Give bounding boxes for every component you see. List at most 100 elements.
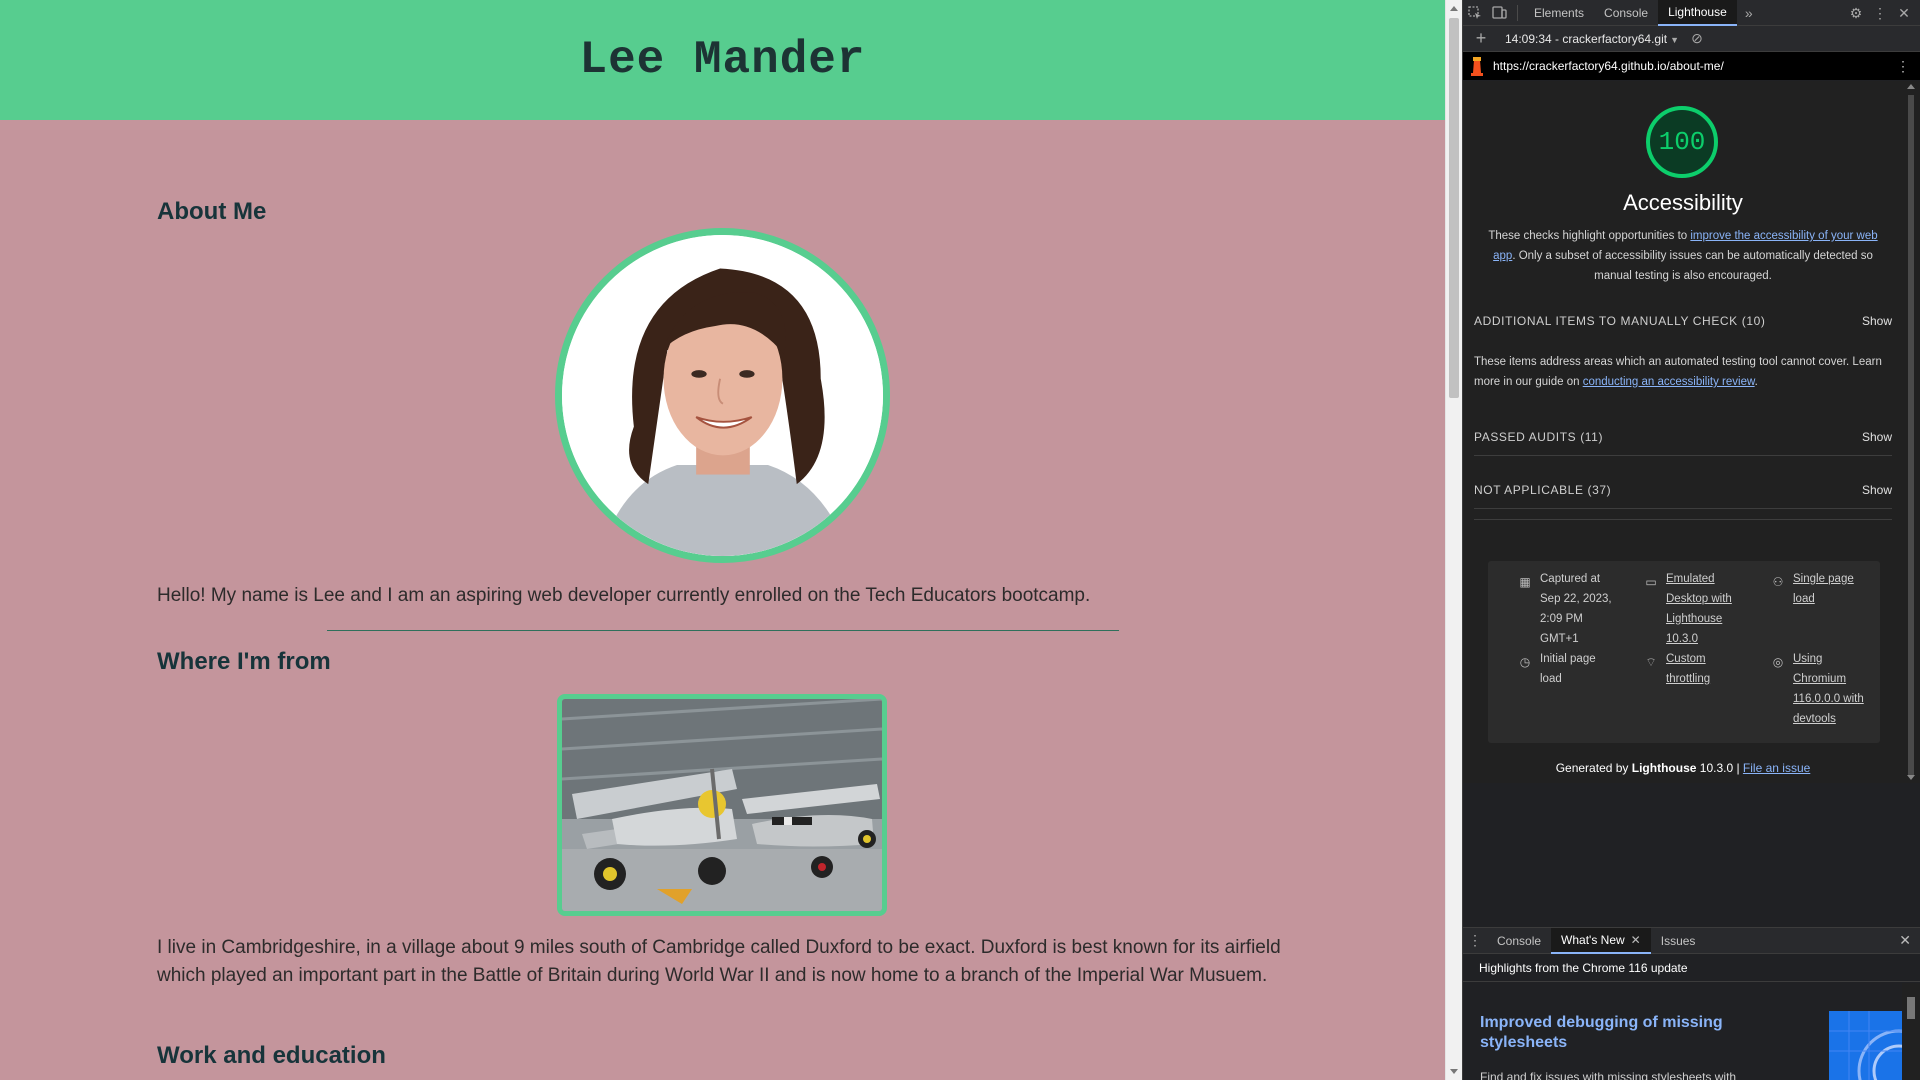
settings-gear-icon[interactable]: ⚙	[1844, 0, 1868, 26]
new-report-plus-icon[interactable]: +	[1469, 26, 1493, 52]
intro-paragraph: Hello! My name is Lee and I am an aspiri…	[157, 585, 1091, 606]
lighthouse-toolbar: + 14:09:34 - crackerfactory64.git ▼ ⊘	[1463, 26, 1920, 52]
drawer-tab-issues[interactable]: Issues	[1651, 928, 1706, 954]
lighthouse-brand: Lighthouse	[1631, 761, 1697, 775]
kebab-menu-icon[interactable]: ⋮	[1868, 0, 1892, 26]
meta-initial-load-text: Initial page load	[1540, 653, 1596, 685]
runtime-settings-box: ▦ Captured at Sep 22, 2023, 2:09 PM GMT+…	[1488, 561, 1880, 743]
biplane-photo-image	[562, 699, 882, 911]
meta-single-page-text[interactable]: Single page load	[1793, 573, 1854, 605]
manual-check-group-label: ADDITIONAL ITEMS TO MANUALLY CHECK (10)	[1474, 314, 1766, 328]
work-education-heading: Work and education	[157, 1042, 386, 1069]
profile-photo-image	[562, 235, 883, 556]
score-gauge: 100	[1646, 106, 1718, 178]
manual-check-group[interactable]: ADDITIONAL ITEMS TO MANUALLY CHECK (10) …	[1474, 314, 1892, 328]
where-from-heading: Where I'm from	[157, 648, 331, 675]
drawer-tab-whats-new[interactable]: What's New ✕	[1551, 927, 1651, 954]
manual-check-show-button[interactable]: Show	[1862, 314, 1892, 328]
whats-new-description: Find and fix issues with missing stylesh…	[1480, 1070, 1737, 1080]
drawer-scrollbar[interactable]	[1902, 983, 1920, 1080]
manual-desc-text-end: .	[1754, 376, 1758, 388]
report-scrollbar-thumb[interactable]	[1908, 95, 1914, 775]
report-selector-dropdown[interactable]: 14:09:34 - crackerfactory64.git ▼	[1505, 32, 1679, 46]
where-from-paragraph: I live in Cambridgeshire, in a village a…	[157, 937, 1281, 986]
meta-single-page[interactable]: ⚇ Single page load	[1773, 569, 1869, 609]
accessibility-review-link[interactable]: conducting an accessibility review	[1583, 376, 1755, 388]
report-scrollbar[interactable]	[1902, 81, 1920, 783]
passed-audits-show-button[interactable]: Show	[1862, 430, 1892, 444]
close-drawer-icon[interactable]: ✕	[1899, 932, 1911, 949]
scroll-down-arrow-icon[interactable]	[1907, 775, 1915, 780]
scroll-down-arrow-icon[interactable]	[1450, 1069, 1458, 1074]
group-divider	[1474, 455, 1892, 456]
whats-new-header: Highlights from the Chrome 116 update	[1463, 955, 1920, 982]
meta-chromium-text[interactable]: Using Chromium 116.0.0.0 with devtools	[1793, 653, 1864, 725]
lighthouse-report: 100 Accessibility These checks highlight…	[1463, 81, 1903, 783]
wifi-icon: ⌔	[1645, 655, 1657, 669]
category-desc-text: These checks highlight opportunities to	[1488, 230, 1691, 242]
report-menu-icon[interactable]: ⋮	[1896, 58, 1910, 75]
page-scrollbar[interactable]	[1445, 0, 1462, 1080]
category-description: These checks highlight opportunities to …	[1483, 226, 1883, 286]
drawer-tab-console[interactable]: Console	[1487, 928, 1551, 954]
manual-check-description: These items address areas which an autom…	[1474, 352, 1892, 392]
devtools-panel: Elements Console Lighthouse » ⚙ ⋮ ✕ + 14…	[1462, 0, 1920, 1080]
meta-captured: ▦ Captured at Sep 22, 2023, 2:09 PM GMT+…	[1519, 569, 1616, 649]
not-applicable-group[interactable]: NOT APPLICABLE (37) Show	[1474, 483, 1892, 497]
whats-new-content: Improved debugging of missing stylesheet…	[1463, 983, 1903, 1080]
whats-new-headline-link[interactable]: Improved debugging of missing stylesheet…	[1480, 1013, 1740, 1053]
scroll-up-arrow-icon[interactable]	[1907, 84, 1915, 89]
close-tab-icon[interactable]: ✕	[1631, 933, 1641, 947]
file-issue-link[interactable]: File an issue	[1743, 761, 1810, 775]
page-scrollbar-thumb[interactable]	[1449, 18, 1459, 398]
section-divider	[327, 630, 1119, 631]
meta-emulated-text[interactable]: Emulated Desktop with Lighthouse 10.3.0	[1666, 573, 1732, 645]
tab-lighthouse[interactable]: Lighthouse	[1658, 0, 1737, 26]
site-header: Lee Mander	[0, 0, 1445, 120]
meta-chromium[interactable]: ◎ Using Chromium 116.0.0.0 with devtools	[1773, 649, 1873, 729]
drawer-tab-whats-new-label: What's New	[1561, 932, 1625, 947]
more-tabs-icon[interactable]: »	[1737, 0, 1761, 26]
report-url[interactable]: https://crackerfactory64.github.io/about…	[1493, 59, 1724, 73]
profile-photo	[555, 228, 890, 563]
not-applicable-label: NOT APPLICABLE (37)	[1474, 483, 1612, 497]
about-heading: About Me	[157, 198, 267, 225]
report-url-bar: https://crackerfactory64.github.io/about…	[1463, 52, 1920, 80]
close-devtools-icon[interactable]: ✕	[1892, 0, 1916, 26]
meta-emulated[interactable]: ▭ Emulated Desktop with Lighthouse 10.3.…	[1645, 569, 1744, 649]
meta-captured-text: Captured at Sep 22, 2023, 2:09 PM GMT+1	[1540, 573, 1612, 645]
whats-new-thumbnail[interactable]	[1829, 1011, 1903, 1080]
tab-elements[interactable]: Elements	[1524, 0, 1594, 26]
group-divider	[1474, 508, 1892, 509]
devtools-tabbar: Elements Console Lighthouse » ⚙ ⋮ ✕	[1463, 0, 1920, 26]
device-toolbar-icon[interactable]	[1487, 0, 1511, 26]
category-title: Accessibility	[1623, 190, 1743, 215]
meta-initial-load: ◷ Initial page load	[1520, 649, 1616, 689]
single-page-icon: ⚇	[1772, 575, 1784, 589]
passed-audits-label: PASSED AUDITS (11)	[1474, 430, 1604, 444]
drawer-scrollbar-thumb[interactable]	[1907, 997, 1915, 1019]
devtools-window-controls: ⚙ ⋮ ✕	[1844, 0, 1916, 26]
drawer-tabbar: ⋮ Console What's New ✕ Issues ✕	[1463, 927, 1920, 954]
tab-console[interactable]: Console	[1594, 0, 1658, 26]
generated-by-text: Generated by	[1555, 761, 1632, 775]
toolbar-separator	[1517, 4, 1518, 21]
biplane-photo	[557, 694, 887, 916]
lighthouse-logo-icon	[1471, 57, 1483, 76]
generated-by-footer: Generated by Lighthouse 10.3.0 | File an…	[1463, 761, 1903, 775]
meta-throttling-text[interactable]: Custom throttling	[1666, 653, 1710, 685]
calendar-icon: ▦	[1519, 575, 1531, 589]
drawer-menu-icon[interactable]: ⋮	[1463, 928, 1487, 954]
passed-audits-group[interactable]: PASSED AUDITS (11) Show	[1474, 430, 1892, 444]
scroll-up-arrow-icon[interactable]	[1450, 6, 1458, 11]
chevron-down-icon: ▼	[1670, 34, 1680, 45]
inspect-element-icon[interactable]	[1463, 0, 1487, 26]
lighthouse-version: 10.3.0 |	[1696, 761, 1743, 775]
site-title: Lee Mander	[579, 34, 866, 86]
timer-icon: ◷	[1519, 655, 1531, 669]
score-value: 100	[1658, 127, 1706, 157]
not-applicable-show-button[interactable]: Show	[1862, 483, 1892, 497]
desktop-device-icon: ▭	[1645, 575, 1657, 589]
clear-report-icon[interactable]: ⊘	[1685, 26, 1709, 52]
meta-throttling[interactable]: ⌔ Custom throttling	[1645, 649, 1744, 689]
